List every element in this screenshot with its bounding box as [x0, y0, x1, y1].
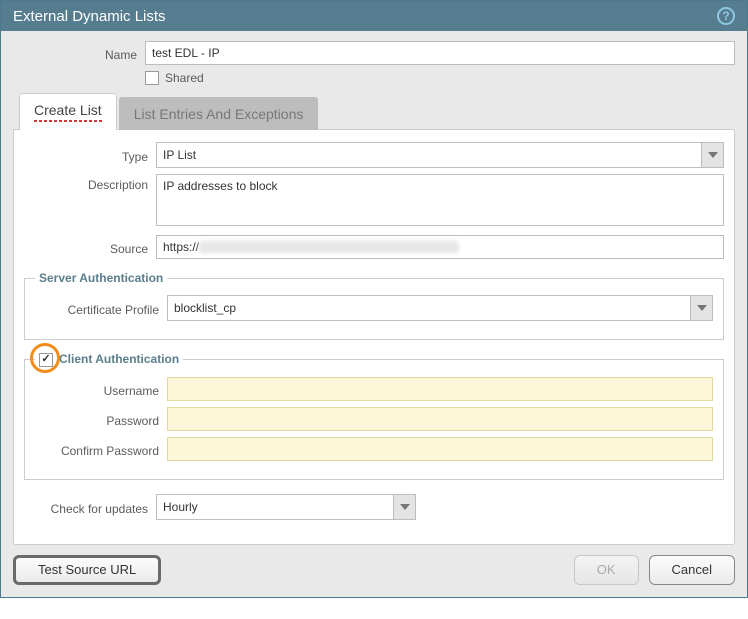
type-label: Type — [24, 146, 156, 164]
help-icon[interactable]: ? — [717, 7, 735, 25]
shared-label: Shared — [165, 71, 204, 85]
tab-panel-create-list: Type IP List Description IP addresses to… — [13, 129, 735, 545]
ok-button[interactable]: OK — [574, 555, 639, 585]
source-redacted — [199, 241, 459, 253]
name-label: Name — [13, 44, 145, 62]
client-auth-checkbox[interactable] — [39, 353, 53, 367]
button-row: Test Source URL OK Cancel — [1, 545, 747, 597]
titlebar: External Dynamic Lists ? — [1, 1, 747, 31]
chevron-down-icon — [393, 495, 415, 519]
source-input[interactable]: https:// — [156, 235, 724, 259]
chevron-down-icon — [690, 296, 712, 320]
cert-profile-select[interactable]: blocklist_cp — [167, 295, 713, 321]
tab-create-list[interactable]: Create List — [19, 93, 117, 130]
dialog-body: Name Shared Create List List Entries And… — [1, 31, 747, 545]
description-label: Description — [24, 174, 156, 192]
test-source-url-label: Test Source URL — [38, 562, 136, 577]
password-label: Password — [35, 410, 167, 428]
tab-list-entries-label: List Entries And Exceptions — [134, 106, 304, 122]
shared-checkbox[interactable] — [145, 71, 159, 85]
client-auth-group: Client Authentication Username Password … — [24, 352, 724, 480]
source-label: Source — [24, 238, 156, 256]
tab-create-list-label: Create List — [34, 102, 102, 118]
cancel-label: Cancel — [672, 562, 712, 577]
client-auth-legend-row: Client Authentication — [35, 352, 183, 367]
username-input[interactable] — [167, 377, 713, 401]
tabs: Create List List Entries And Exceptions — [13, 93, 735, 130]
server-auth-group: Server Authentication Certificate Profil… — [24, 271, 724, 340]
tab-list-entries[interactable]: List Entries And Exceptions — [119, 97, 319, 130]
client-auth-legend: Client Authentication — [59, 352, 179, 366]
updates-label: Check for updates — [24, 498, 156, 516]
cert-profile-label: Certificate Profile — [35, 299, 167, 317]
cancel-button[interactable]: Cancel — [649, 555, 735, 585]
chevron-down-icon — [701, 143, 723, 167]
name-input[interactable] — [145, 41, 735, 65]
password-input[interactable] — [167, 407, 713, 431]
dialog-title: External Dynamic Lists — [13, 8, 166, 25]
confirm-password-input[interactable] — [167, 437, 713, 461]
username-label: Username — [35, 380, 167, 398]
type-select[interactable]: IP List — [156, 142, 724, 168]
updates-select[interactable]: Hourly — [156, 494, 416, 520]
test-source-url-button[interactable]: Test Source URL — [13, 555, 161, 585]
server-auth-legend: Server Authentication — [35, 271, 167, 285]
dialog: External Dynamic Lists ? Name Shared Cre… — [0, 0, 748, 598]
source-prefix: https:// — [163, 240, 199, 254]
type-value: IP List — [157, 148, 701, 162]
description-input[interactable]: IP addresses to block — [156, 174, 724, 226]
confirm-password-label: Confirm Password — [35, 440, 167, 458]
updates-value: Hourly — [157, 500, 393, 514]
ok-label: OK — [597, 562, 616, 577]
cert-profile-value: blocklist_cp — [168, 301, 690, 315]
